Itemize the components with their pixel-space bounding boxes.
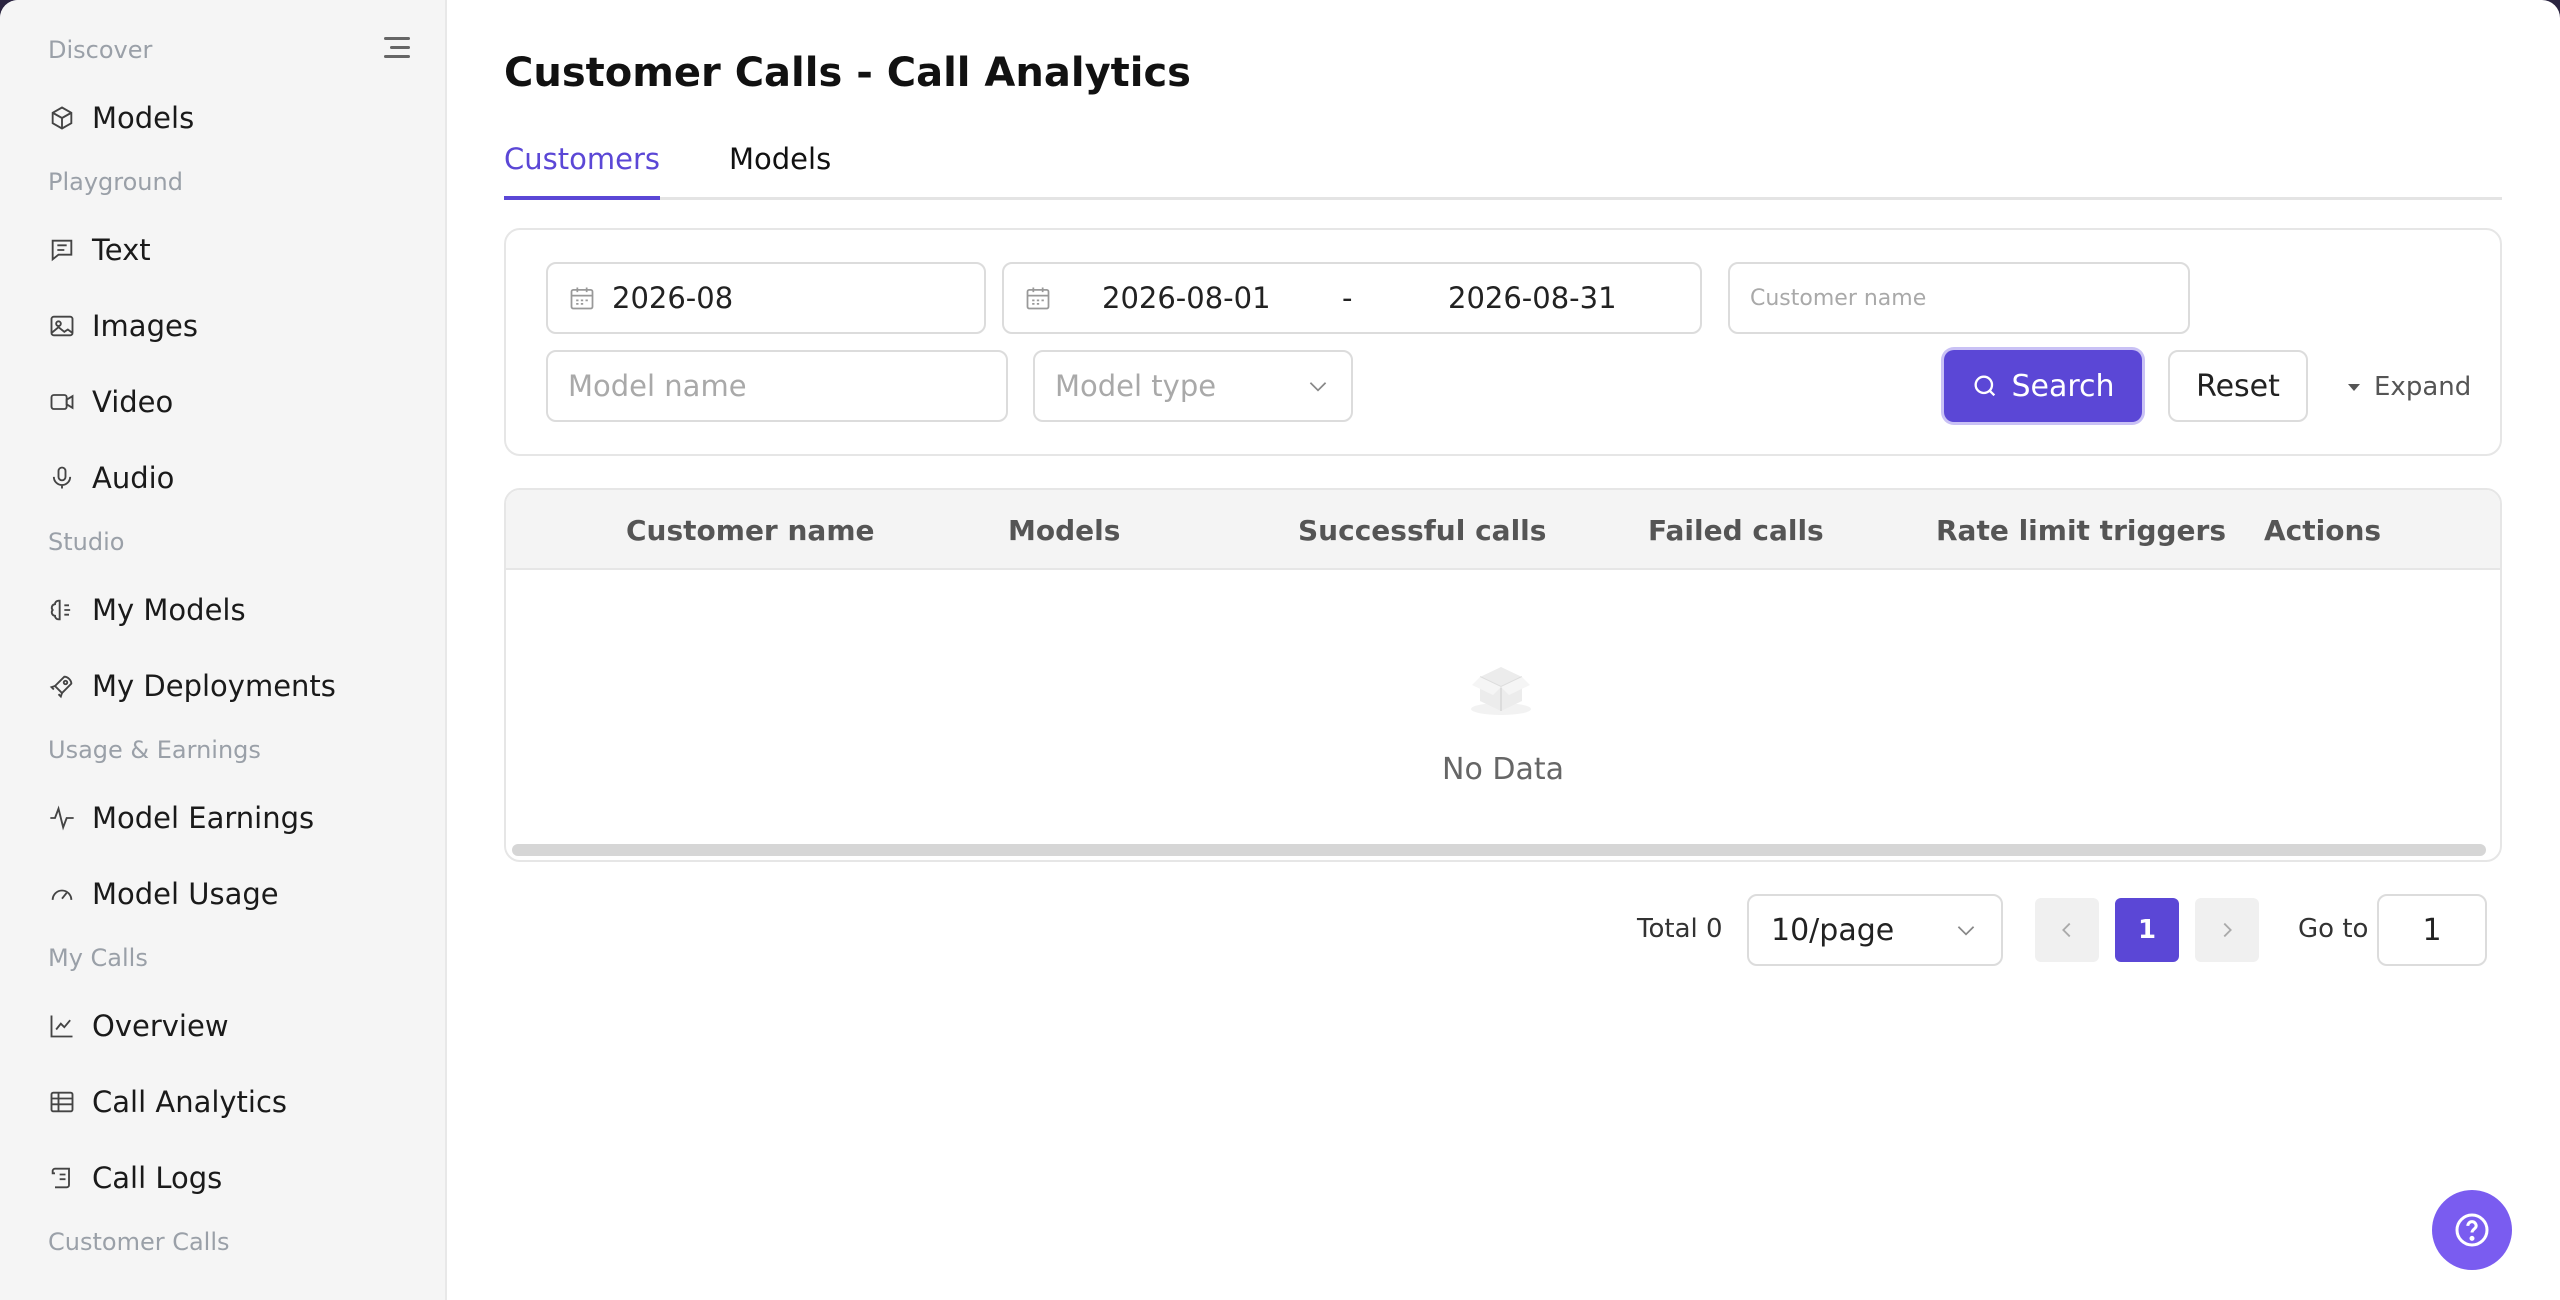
table-icon xyxy=(50,1091,74,1113)
sidebar: Discover Models Playground Text Images V… xyxy=(0,0,447,1300)
sidebar-item-label: Images xyxy=(92,309,198,343)
sidebar-item-label: Overview xyxy=(92,1009,229,1043)
video-icon xyxy=(50,394,74,410)
filter-panel: 2026-08 2026-08-01 - 2026-08-31 Customer… xyxy=(504,228,2502,456)
page-size-select[interactable]: 10/page xyxy=(1747,894,2003,966)
table-header: Customer name Models Successful calls Fa… xyxy=(506,490,2500,570)
model-type-placeholder: Model type xyxy=(1055,369,1217,403)
sidebar-item-video[interactable]: Video xyxy=(48,377,428,427)
page-size-value: 10/page xyxy=(1771,912,1895,948)
goto-label: Go to xyxy=(2298,914,2369,944)
search-button-label: Search xyxy=(2011,368,2115,404)
page-number-button[interactable]: 1 xyxy=(2115,898,2179,962)
sidebar-item-label: Audio xyxy=(92,461,175,495)
horizontal-scrollbar[interactable] xyxy=(512,844,2486,856)
tab-bar: Customers Models xyxy=(504,136,2502,200)
sidebar-item-images[interactable]: Images xyxy=(48,301,428,351)
reset-button[interactable]: Reset xyxy=(2168,350,2308,422)
month-picker[interactable]: 2026-08 xyxy=(546,262,986,334)
brain-icon xyxy=(50,599,71,621)
sidebar-item-model-earnings[interactable]: Model Earnings xyxy=(48,793,428,843)
pulse-icon xyxy=(50,805,74,831)
sidebar-item-label: Model Usage xyxy=(92,877,279,911)
month-value: 2026-08 xyxy=(612,281,734,315)
empty-state-text: No Data xyxy=(1442,752,1564,787)
data-table: Customer name Models Successful calls Fa… xyxy=(504,488,2502,862)
page-title: Customer Calls - Call Analytics xyxy=(504,50,1191,96)
customer-name-placeholder: Customer name xyxy=(1750,285,1927,311)
sidebar-item-label: My Deployments xyxy=(92,669,336,703)
tab-models[interactable]: Models xyxy=(729,142,831,196)
line-chart-icon xyxy=(50,1015,73,1038)
chevron-down-icon xyxy=(1309,382,1327,392)
column-header[interactable]: Actions xyxy=(2264,514,2381,547)
main-content: Customer Calls - Call Analytics Customer… xyxy=(447,0,2560,1300)
sidebar-item-label: Model Earnings xyxy=(92,801,315,835)
sidebar-item-models[interactable]: Models xyxy=(48,93,428,143)
microphone-icon xyxy=(52,466,72,489)
range-separator: - xyxy=(1342,281,1353,315)
expand-label: Expand xyxy=(2374,372,2472,402)
sidebar-item-call-analytics[interactable]: Call Analytics xyxy=(48,1077,428,1127)
calendar-icon xyxy=(570,287,594,310)
model-name-input[interactable]: Model name xyxy=(546,350,1008,422)
message-icon xyxy=(51,239,73,262)
next-page-button[interactable] xyxy=(2195,898,2259,962)
column-header[interactable]: Rate limit triggers xyxy=(1936,514,2226,547)
sidebar-item-my-models[interactable]: My Models xyxy=(48,585,428,635)
help-button[interactable] xyxy=(2432,1190,2512,1270)
model-type-select[interactable]: Model type xyxy=(1033,350,1353,422)
question-icon xyxy=(2455,1213,2489,1247)
sidebar-item-call-logs[interactable]: Call Logs xyxy=(48,1153,428,1203)
sidebar-item-label: Models xyxy=(92,101,195,135)
sidebar-item-label: Video xyxy=(92,385,174,419)
search-button[interactable]: Search xyxy=(1944,350,2142,422)
sidebar-item-label: My Models xyxy=(92,593,246,627)
empty-box-icon xyxy=(1471,667,1531,715)
search-icon xyxy=(1974,375,1996,397)
customer-name-input[interactable]: Customer name xyxy=(1728,262,2190,334)
caret-down-icon xyxy=(2348,384,2360,391)
chevron-down-icon xyxy=(1957,926,1975,936)
pagination-total: Total 0 xyxy=(1637,914,1723,944)
chevron-right-icon xyxy=(2223,922,2232,938)
nav-section-playground: Playground xyxy=(48,168,183,196)
scroll-icon xyxy=(51,1167,70,1189)
gauge-icon xyxy=(51,889,73,900)
sidebar-item-model-usage[interactable]: Model Usage xyxy=(48,869,428,919)
rocket-icon xyxy=(49,675,73,699)
column-header[interactable]: Customer name xyxy=(626,514,875,547)
sidebar-item-audio[interactable]: Audio xyxy=(48,453,428,503)
calendar-icon xyxy=(1026,287,1050,310)
nav-section-my-calls: My Calls xyxy=(48,944,148,972)
date-range-picker[interactable]: 2026-08-01 - 2026-08-31 xyxy=(1002,262,1702,334)
nav-section-customer-calls: Customer Calls xyxy=(48,1228,230,1256)
nav-section-studio: Studio xyxy=(48,528,125,556)
column-header[interactable]: Failed calls xyxy=(1648,514,1824,547)
column-header[interactable]: Models xyxy=(1008,514,1120,547)
app-window: Discover Models Playground Text Images V… xyxy=(0,0,2560,1300)
tab-customers[interactable]: Customers xyxy=(504,142,660,200)
expand-toggle[interactable]: Expand xyxy=(2346,372,2471,402)
chevron-left-icon xyxy=(2062,922,2071,938)
sidebar-item-label: Text xyxy=(92,233,151,267)
sidebar-item-label: Call Analytics xyxy=(92,1085,288,1119)
model-name-placeholder: Model name xyxy=(568,369,747,403)
sidebar-item-label: Call Logs xyxy=(92,1161,223,1195)
sidebar-item-text[interactable]: Text xyxy=(48,225,428,275)
prev-page-button[interactable] xyxy=(2035,898,2099,962)
sidebar-item-overview[interactable]: Overview xyxy=(48,1001,428,1051)
nav-section-usage-earnings: Usage & Earnings xyxy=(48,736,261,764)
cube-icon xyxy=(51,106,73,130)
range-start: 2026-08-01 xyxy=(1102,281,1271,315)
goto-page-input[interactable]: 1 xyxy=(2377,894,2487,966)
column-header[interactable]: Successful calls xyxy=(1298,514,1546,547)
collapse-sidebar-icon[interactable] xyxy=(384,32,414,62)
image-icon xyxy=(50,315,74,337)
sidebar-item-my-deployments[interactable]: My Deployments xyxy=(48,661,428,711)
range-end: 2026-08-31 xyxy=(1448,281,1617,315)
nav-section-discover: Discover xyxy=(48,36,153,64)
